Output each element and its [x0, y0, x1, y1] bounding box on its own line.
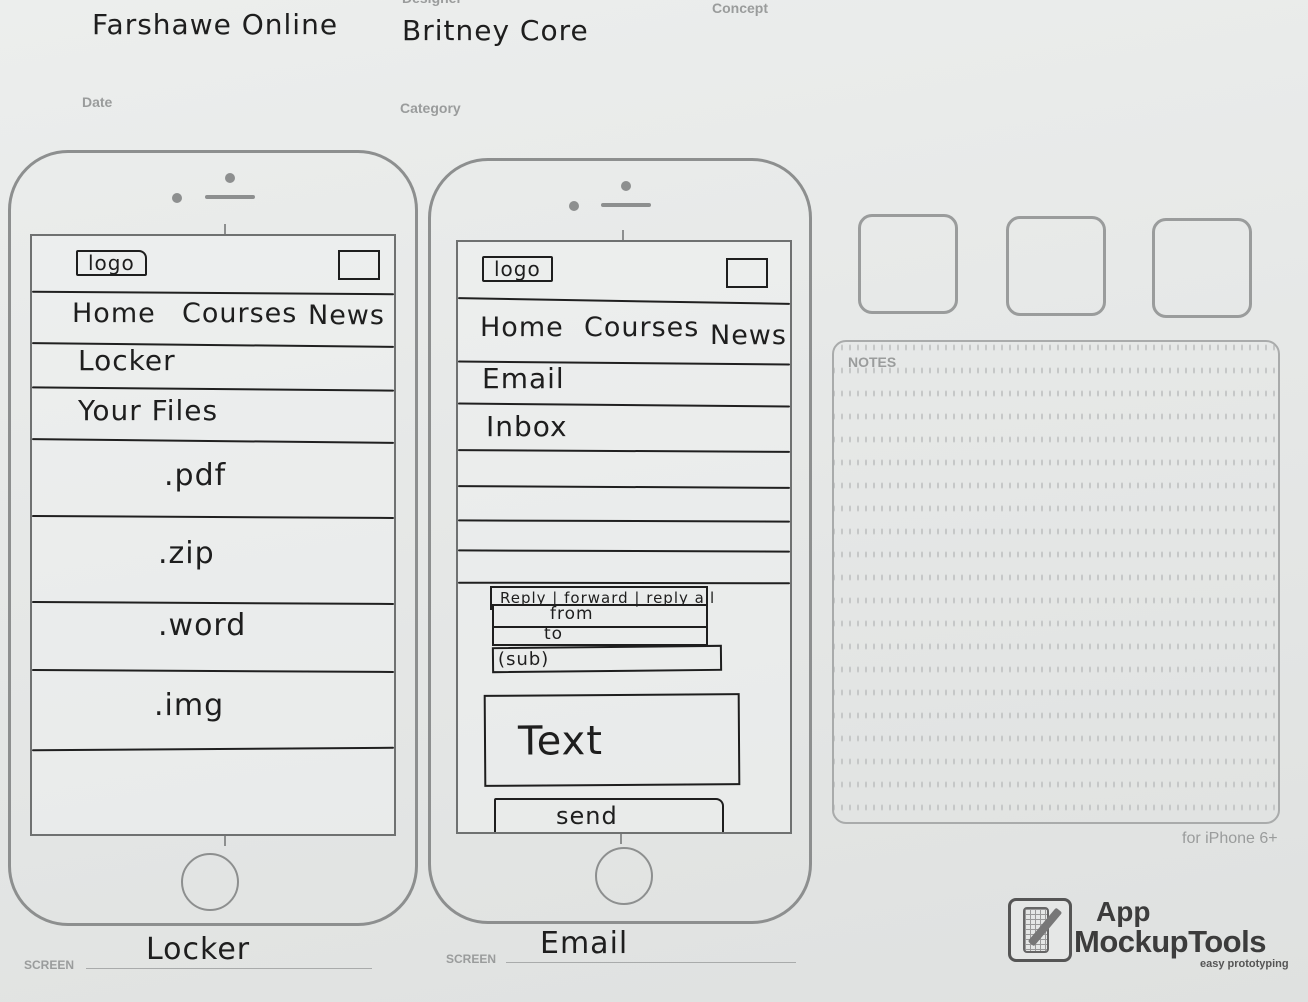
concept-label: Concept	[712, 0, 768, 16]
app-icon-slot	[1006, 216, 1106, 316]
file-name: .zip	[158, 536, 215, 571]
nav-courses[interactable]: Courses	[182, 298, 297, 329]
project-name: Farshawe Online	[92, 8, 339, 41]
notes-label: NOTES	[848, 354, 897, 370]
screen-name-email: Email	[540, 926, 629, 961]
message-body-placeholder: Text	[517, 718, 604, 765]
notes-area[interactable]: NOTES	[832, 340, 1280, 824]
nav-courses[interactable]: Courses	[584, 312, 699, 343]
app-icon-slot	[858, 214, 958, 314]
divider	[32, 669, 394, 673]
screen-locker: logo Home Courses News Locker Your Files…	[30, 234, 396, 836]
subject-field[interactable]: (sub)	[491, 644, 723, 674]
home-button[interactable]	[181, 853, 239, 911]
subsection-title-your-files: Your Files	[78, 394, 219, 427]
nav-home[interactable]: Home	[480, 312, 564, 343]
section-title-locker: Locker	[78, 344, 176, 377]
logo-placeholder[interactable]: logo	[482, 256, 553, 282]
file-item-word[interactable]: .word	[158, 608, 246, 643]
section-title-email: Email	[482, 362, 565, 395]
screen-name-line	[506, 962, 796, 963]
sensor-dot	[172, 193, 182, 203]
designer-name: Britney Core	[402, 14, 589, 47]
from-field[interactable]: from	[492, 604, 708, 628]
file-item-zip[interactable]: .zip	[158, 536, 215, 571]
file-item-img[interactable]: .img	[154, 688, 224, 723]
divider	[458, 402, 790, 408]
divider	[32, 290, 394, 296]
file-name: .pdf	[164, 458, 227, 493]
divider	[458, 297, 790, 305]
divider	[32, 386, 394, 392]
date-label: Date	[82, 94, 113, 110]
from-label: from	[550, 604, 594, 624]
screen-name-locker: Locker	[146, 932, 251, 967]
menu-button[interactable]	[338, 250, 380, 280]
send-button[interactable]: send	[494, 798, 724, 832]
send-label: send	[556, 802, 618, 830]
to-field[interactable]: to	[492, 624, 708, 646]
divider	[32, 601, 394, 605]
menu-button[interactable]	[726, 258, 768, 288]
logo-placeholder[interactable]: logo	[76, 250, 147, 276]
screen-label: SCREEN	[24, 958, 75, 972]
brand-tagline: easy prototyping	[1200, 958, 1289, 970]
brand-name-main: MockupTools	[1074, 924, 1266, 959]
to-label: to	[544, 624, 564, 644]
brand-logo: App MockupTools easy prototyping	[1008, 896, 1298, 976]
divider	[32, 438, 394, 444]
speaker-slot	[601, 203, 651, 207]
inbox-row[interactable]	[458, 519, 790, 523]
sensor-dot	[569, 201, 579, 211]
screen-label: SCREEN	[446, 952, 497, 966]
message-body-field[interactable]: Text	[483, 693, 741, 787]
device-note: for iPhone 6+	[1182, 830, 1278, 847]
file-name: .word	[158, 608, 247, 643]
screen-tick	[622, 230, 624, 240]
inbox-row[interactable]	[458, 549, 790, 553]
front-camera-dot	[225, 173, 235, 183]
subject-label: (sub)	[497, 648, 550, 671]
home-button[interactable]	[595, 847, 653, 905]
inbox-row[interactable]	[458, 485, 790, 489]
screen-tick	[224, 224, 226, 234]
nav-news[interactable]: News	[308, 300, 385, 331]
nav-home[interactable]: Home	[72, 298, 156, 329]
speaker-slot	[205, 195, 255, 199]
file-item-pdf[interactable]: .pdf	[164, 458, 226, 493]
subsection-title-inbox: Inbox	[486, 410, 568, 443]
nav-news[interactable]: News	[710, 320, 787, 351]
inbox-row[interactable]	[458, 449, 790, 453]
divider	[32, 746, 394, 752]
inbox-row[interactable]	[458, 581, 790, 585]
front-camera-dot	[621, 181, 631, 191]
designer-label: Designer	[402, 0, 462, 6]
app-mockup-tools-icon	[1008, 898, 1072, 962]
divider	[32, 515, 394, 519]
category-label: Category	[400, 100, 461, 116]
file-name: .img	[154, 688, 225, 723]
screen-email: logo Home Courses News Email Inbox Reply…	[456, 240, 792, 834]
app-icon-slot	[1152, 218, 1252, 318]
screen-name-line	[86, 968, 372, 969]
